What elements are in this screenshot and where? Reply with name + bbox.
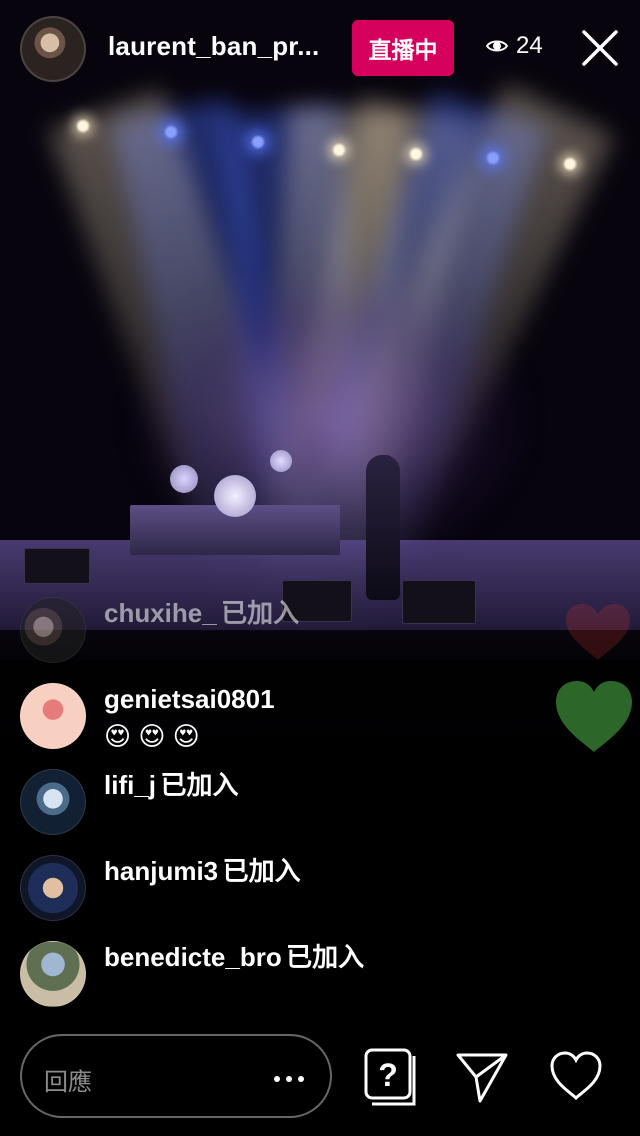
host-avatar[interactable] [20, 16, 86, 82]
comment-item: hanjumi3 已加入 [20, 855, 301, 921]
avatar[interactable] [20, 769, 86, 835]
comment-username[interactable]: genietsai0801 [104, 683, 275, 715]
send-icon[interactable] [454, 1049, 510, 1105]
comment-joined-label: 已加入 [222, 856, 301, 886]
avatar[interactable] [20, 855, 86, 921]
viewer-count-button[interactable]: 24 [486, 32, 543, 60]
comment-item: lifi_j 已加入 [20, 769, 238, 835]
host-username[interactable]: laurent_ban_pr... [108, 31, 319, 62]
avatar[interactable] [20, 941, 86, 1007]
live-badge: 直播中 [352, 20, 454, 76]
floating-heart-icon [556, 681, 632, 752]
comment-joined-label: 已加入 [286, 942, 365, 972]
comment-username[interactable]: lifi_j [104, 770, 156, 800]
bottom-bar: 回應 ? [0, 1034, 640, 1118]
floating-heart-icon [566, 604, 630, 660]
avatar[interactable] [20, 597, 86, 663]
reply-input[interactable]: 回應 [20, 1034, 332, 1118]
comment-username[interactable]: hanjumi3 [104, 856, 218, 886]
heart-icon[interactable] [548, 1048, 604, 1104]
question-icon[interactable]: ? [360, 1046, 422, 1108]
comment-username[interactable]: chuxihe_ [104, 598, 217, 628]
comment-message: 😍 😍 😍 [104, 721, 200, 751]
eye-icon [486, 40, 508, 52]
comment-joined-label: 已加入 [160, 770, 239, 800]
reply-placeholder: 回應 [44, 1069, 92, 1096]
comment-item: benedicte_bro 已加入 [20, 941, 364, 1007]
comment-item: chuxihe_ 已加入 [20, 597, 299, 663]
svg-text:?: ? [378, 1057, 398, 1093]
avatar[interactable] [20, 683, 86, 749]
more-dots-icon[interactable] [274, 1076, 304, 1082]
comment-joined-label: 已加入 [221, 598, 300, 628]
comment-username[interactable]: benedicte_bro [104, 942, 282, 972]
top-bar: laurent_ban_pr... 直播中 24 [0, 0, 640, 96]
comment-item: genietsai0801 😍 😍 😍 [20, 683, 275, 753]
viewer-count: 24 [516, 32, 543, 59]
close-icon[interactable] [580, 28, 620, 68]
